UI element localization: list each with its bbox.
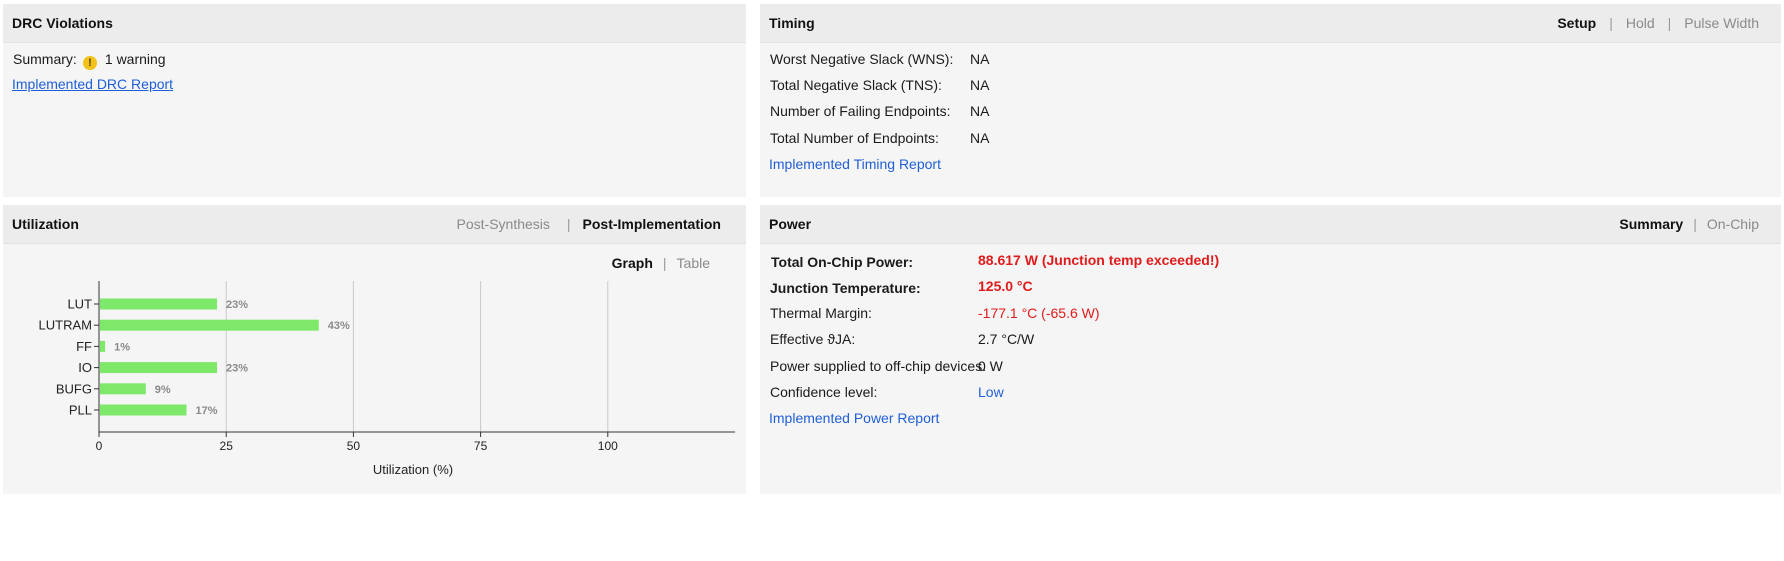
drc-panel: DRC Violations Summary: ! 1 warning Impl… <box>3 4 746 197</box>
drc-report-link[interactable]: Implemented DRC Report <box>12 76 173 92</box>
utilization-panel-title: Utilization <box>12 216 79 232</box>
junction-temperature-value: 125.0 °C <box>978 278 1033 294</box>
failing-endpoints-label: Number of Failing Endpoints: <box>770 103 951 119</box>
timing-panel: Timing Setup | Hold | Pulse Width Worst … <box>760 4 1781 197</box>
bar <box>100 340 106 352</box>
bar <box>100 362 218 374</box>
total-on-chip-power-value: 88.617 W (Junction temp exceeded!) <box>978 252 1220 268</box>
data-label: 17% <box>195 405 217 417</box>
data-label: 1% <box>114 341 130 353</box>
timing-report-link[interactable]: Implemented Timing Report <box>769 156 941 172</box>
bar <box>100 383 146 395</box>
drc-warning-count: 1 warning <box>104 51 166 67</box>
category-label: LUTRAM <box>39 318 92 333</box>
confidence-level-label: Confidence level: <box>770 384 878 400</box>
timing-panel-header: Timing Setup | Hold | Pulse Width <box>760 4 1781 43</box>
bar <box>100 319 319 331</box>
thermal-margin-label: Thermal Margin: <box>770 305 872 321</box>
data-label: 9% <box>155 384 171 396</box>
data-label: 23% <box>226 363 248 375</box>
category-label: BUFG <box>56 381 92 396</box>
x-tick-label: 50 <box>347 439 361 453</box>
power-panel-header: Power Summary | On-Chip <box>760 205 1781 244</box>
tab-post-synthesis[interactable]: Post-Synthesis <box>457 216 550 232</box>
tab-setup[interactable]: Setup <box>1557 15 1596 31</box>
data-label: 43% <box>328 320 350 332</box>
x-tick-label: 75 <box>474 439 488 453</box>
drc-panel-title: DRC Violations <box>12 15 113 31</box>
utilization-panel-header: Utilization Post-Synthesis | Post-Implem… <box>3 205 746 244</box>
utilization-stage-tabs: Post-Synthesis | Post-Implementation <box>456 216 721 232</box>
drc-panel-header: DRC Violations <box>3 4 746 43</box>
bar <box>100 298 218 310</box>
power-tabs: Summary | On-Chip <box>1619 216 1759 232</box>
power-report-link[interactable]: Implemented Power Report <box>769 410 939 426</box>
wns-label: Worst Negative Slack (WNS): <box>770 51 954 67</box>
warning-icon: ! <box>83 56 97 70</box>
x-axis-label: Utilization (%) <box>373 462 453 477</box>
off-chip-power-label: Power supplied to off-chip devices: <box>770 358 987 374</box>
category-label: IO <box>78 360 92 375</box>
power-panel-title: Power <box>769 216 812 232</box>
bar <box>100 404 187 416</box>
power-panel: Power Summary | On-Chip Total On-Chip Po… <box>760 205 1781 494</box>
utilization-panel: Utilization Post-Synthesis | Post-Implem… <box>3 205 746 494</box>
thermal-margin-value: -177.1 °C (-65.6 W) <box>978 305 1100 321</box>
effective-theta-ja-label: Effective ϑJA: <box>770 331 856 347</box>
tns-value: NA <box>970 77 990 93</box>
x-tick-label: 0 <box>96 439 103 453</box>
tab-pulse-width[interactable]: Pulse Width <box>1684 15 1759 31</box>
data-label: 23% <box>226 299 248 311</box>
tns-label: Total Negative Slack (TNS): <box>770 77 942 93</box>
category-label: FF <box>76 339 92 354</box>
off-chip-power-value: 0 W <box>978 358 1003 374</box>
total-endpoints-label: Total Number of Endpoints: <box>770 130 939 146</box>
effective-theta-ja-value: 2.7 °C/W <box>978 331 1035 347</box>
confidence-level-value[interactable]: Low <box>978 384 1004 400</box>
timing-tabs: Setup | Hold | Pulse Width <box>1557 15 1759 31</box>
tab-summary[interactable]: Summary <box>1619 216 1683 232</box>
timing-panel-title: Timing <box>769 15 815 31</box>
x-tick-label: 100 <box>598 439 618 453</box>
total-on-chip-power-label: Total On-Chip Power: <box>771 254 914 270</box>
failing-endpoints-value: NA <box>970 103 990 119</box>
drc-summary-value: ! 1 warning <box>83 51 166 70</box>
utilization-chart: 0 25 50 75 100 LUT 23% LUTRAM 43% FF 1% IO 23% BUFG 9%… <box>39 281 735 477</box>
junction-temperature-label: Junction Temperature: <box>770 280 921 296</box>
tab-on-chip[interactable]: On-Chip <box>1707 216 1759 232</box>
x-tick-label: 25 <box>220 439 234 453</box>
total-endpoints-value: NA <box>970 130 990 146</box>
category-label: PLL <box>69 403 92 418</box>
drc-summary-label: Summary: <box>13 51 77 67</box>
tab-hold[interactable]: Hold <box>1626 15 1655 31</box>
tab-post-implementation[interactable]: Post-Implementation <box>583 216 721 232</box>
wns-value: NA <box>970 51 990 67</box>
category-label: LUT <box>67 297 92 312</box>
